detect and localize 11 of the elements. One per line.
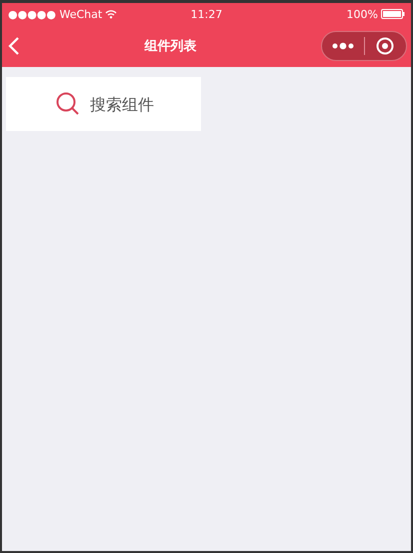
search-icon [56,92,80,116]
wifi-icon [105,9,118,19]
carrier-text: ●●●●● WeChat [8,8,102,20]
search-field[interactable]: 搜索组件 [6,77,201,131]
back-button[interactable] [8,37,20,55]
clock-time: 11:27 [190,8,222,20]
more-icon[interactable] [332,42,354,50]
page-title: 组件列表 [144,38,196,55]
battery-icon [380,9,405,19]
battery-percent: 100% [346,8,378,20]
close-icon[interactable] [376,37,394,55]
